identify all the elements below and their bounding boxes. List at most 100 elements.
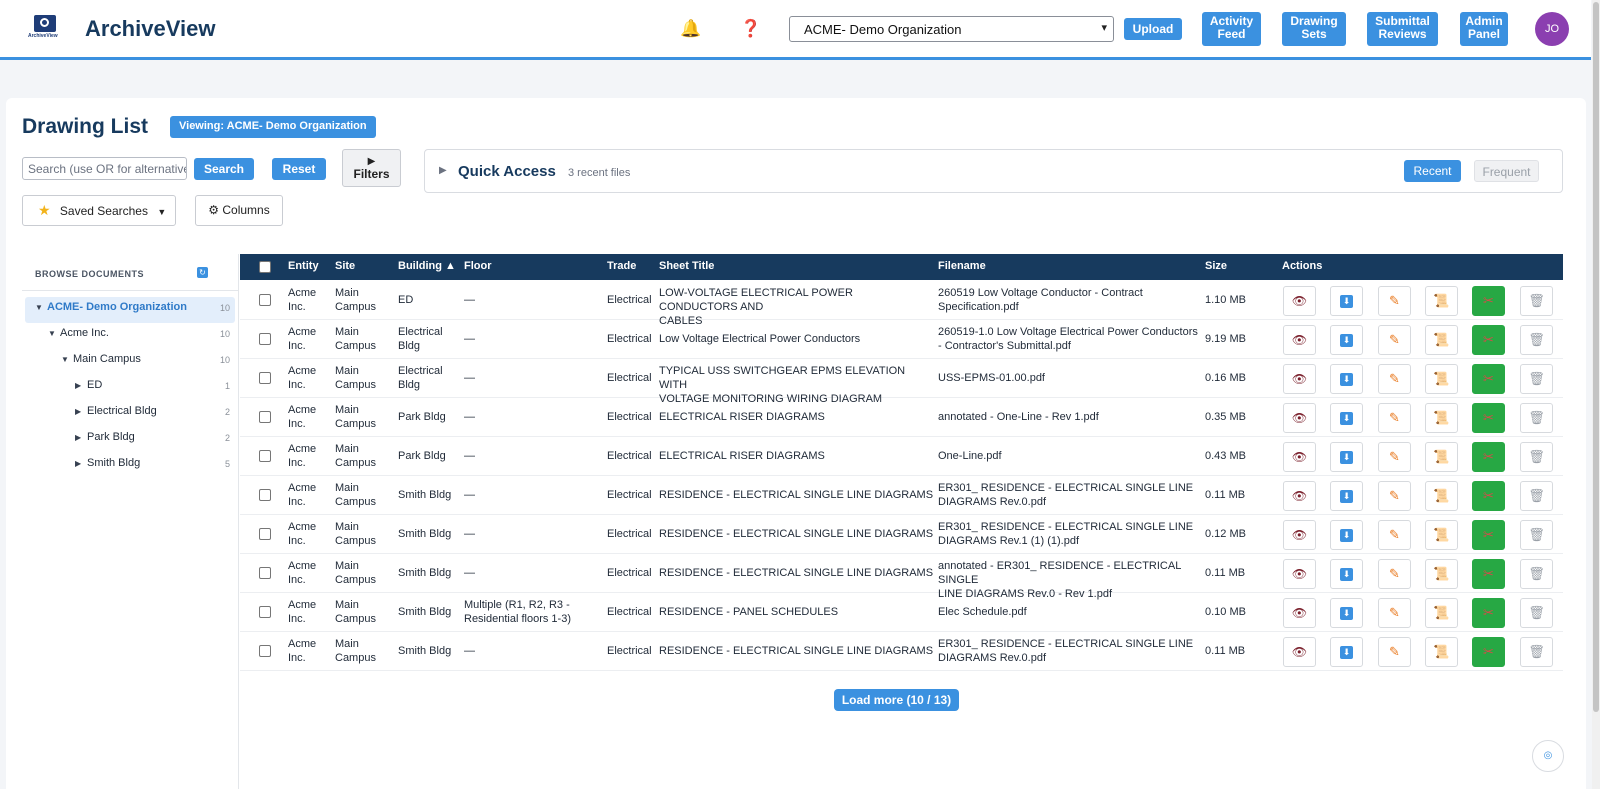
download-button[interactable]: ⬇ — [1330, 286, 1363, 316]
edit-button[interactable]: ✎ — [1378, 520, 1411, 550]
view-button[interactable]: 👁 — [1283, 403, 1316, 433]
app-logo[interactable]: ArchiveView — [28, 12, 60, 42]
expanded-arrow-icon[interactable]: ▼ — [48, 329, 60, 338]
quick-access-title[interactable]: Quick Access — [458, 163, 556, 180]
tools-button[interactable]: ✂ — [1472, 403, 1505, 433]
select-all-checkbox[interactable] — [259, 261, 271, 273]
view-button[interactable]: 👁 — [1283, 520, 1316, 550]
delete-button[interactable]: 🗑 — [1520, 403, 1553, 433]
delete-button[interactable]: 🗑 — [1520, 520, 1553, 550]
row-checkbox[interactable] — [259, 489, 271, 501]
history-button[interactable]: 📜 — [1425, 559, 1458, 589]
edit-button[interactable]: ✎ — [1378, 442, 1411, 472]
tree-node[interactable]: ▶ Electrical Bldg — [75, 405, 157, 417]
tools-button[interactable]: ✂ — [1472, 598, 1505, 628]
view-button[interactable]: 👁 — [1283, 559, 1316, 589]
table-row[interactable]: Acme Inc. Main Campus Smith Bldg — Electrical R… — [240, 476, 1563, 515]
column-floor[interactable]: Floor — [464, 260, 492, 272]
tools-button[interactable]: ✂ — [1472, 364, 1505, 394]
tools-button[interactable]: ✂ — [1472, 442, 1505, 472]
tools-button[interactable]: ✂ — [1472, 286, 1505, 316]
table-row[interactable]: Acme Inc. Main Campus Electrical Bldg — Electri… — [240, 359, 1563, 405]
view-button[interactable]: 👁 — [1283, 364, 1316, 394]
floating-help-icon[interactable]: ◎ — [1532, 740, 1564, 772]
edit-button[interactable]: ✎ — [1378, 325, 1411, 355]
column-entity[interactable]: Entity — [288, 260, 319, 272]
activity-feed-button[interactable]: Activity Feed — [1202, 12, 1261, 46]
delete-button[interactable]: 🗑 — [1520, 637, 1553, 667]
view-button[interactable]: 👁 — [1283, 286, 1316, 316]
edit-button[interactable]: ✎ — [1378, 559, 1411, 589]
admin-panel-button[interactable]: Admin Panel — [1460, 12, 1508, 46]
tree-node[interactable]: ▼ Acme Inc. — [48, 327, 109, 339]
history-button[interactable]: 📜 — [1425, 520, 1458, 550]
download-button[interactable]: ⬇ — [1330, 598, 1363, 628]
edit-button[interactable]: ✎ — [1378, 403, 1411, 433]
tree-node[interactable]: ▶ ED — [75, 379, 102, 391]
row-checkbox[interactable] — [259, 606, 271, 618]
delete-button[interactable]: 🗑 — [1520, 481, 1553, 511]
column-size[interactable]: Size — [1205, 260, 1227, 272]
collapsed-arrow-icon[interactable]: ▶ — [75, 433, 87, 442]
row-checkbox[interactable] — [259, 645, 271, 657]
history-button[interactable]: 📜 — [1425, 325, 1458, 355]
download-button[interactable]: ⬇ — [1330, 364, 1363, 394]
view-button[interactable]: 👁 — [1283, 598, 1316, 628]
edit-button[interactable]: ✎ — [1378, 286, 1411, 316]
table-row[interactable]: Acme Inc. Main Campus ED — Electrical LOW-VOLTA… — [240, 281, 1563, 327]
view-button[interactable]: 👁 — [1283, 325, 1316, 355]
download-button[interactable]: ⬇ — [1330, 520, 1363, 550]
row-checkbox[interactable] — [259, 294, 271, 306]
tree-node[interactable]: ▼ Main Campus — [61, 353, 141, 365]
tools-button[interactable]: ✂ — [1472, 325, 1505, 355]
tools-button[interactable]: ✂ — [1472, 559, 1505, 589]
collapsed-arrow-icon[interactable]: ▶ — [75, 459, 87, 468]
table-row[interactable]: Acme Inc. Main Campus Smith Bldg — Electrical R… — [240, 515, 1563, 554]
help-icon[interactable]: ❓ — [740, 20, 761, 38]
edit-button[interactable]: ✎ — [1378, 481, 1411, 511]
view-button[interactable]: 👁 — [1283, 481, 1316, 511]
download-button[interactable]: ⬇ — [1330, 325, 1363, 355]
download-button[interactable]: ⬇ — [1330, 481, 1363, 511]
row-checkbox[interactable] — [259, 372, 271, 384]
refresh-icon[interactable]: ↻ — [197, 267, 208, 278]
download-button[interactable]: ⬇ — [1330, 403, 1363, 433]
table-row[interactable]: Acme Inc. Main Campus Park Bldg — Electrical EL… — [240, 398, 1563, 437]
table-row[interactable]: Acme Inc. Main Campus Smith Bldg — Electrical R… — [240, 632, 1563, 671]
history-button[interactable]: 📜 — [1425, 364, 1458, 394]
delete-button[interactable]: 🗑 — [1520, 442, 1553, 472]
delete-button[interactable]: 🗑 — [1520, 598, 1553, 628]
table-row[interactable]: Acme Inc. Main Campus Park Bldg — Electrical EL… — [240, 437, 1563, 476]
tree-node[interactable]: ▶ Smith Bldg — [75, 457, 140, 469]
delete-button[interactable]: 🗑 — [1520, 364, 1553, 394]
expanded-arrow-icon[interactable]: ▼ — [61, 355, 73, 364]
edit-button[interactable]: ✎ — [1378, 598, 1411, 628]
search-input[interactable]: Search (use OR for alternatives) — [22, 157, 187, 180]
delete-button[interactable]: 🗑 — [1520, 559, 1553, 589]
table-row[interactable]: Acme Inc. Main Campus Smith Bldg Multiple (R1… — [240, 593, 1563, 632]
column-sheet-title[interactable]: Sheet Title — [659, 260, 714, 272]
edit-button[interactable]: ✎ — [1378, 364, 1411, 394]
tree-node[interactable]: ▼ ACME- Demo Organization — [35, 301, 187, 313]
tools-button[interactable]: ✂ — [1472, 520, 1505, 550]
load-more-button[interactable]: Load more (10 / 13) — [834, 689, 959, 711]
edit-button[interactable]: ✎ — [1378, 637, 1411, 667]
filters-button[interactable]: ▶ Filters — [342, 149, 401, 187]
column-filename[interactable]: Filename — [938, 260, 986, 272]
tools-button[interactable]: ✂ — [1472, 481, 1505, 511]
user-avatar[interactable]: JO — [1535, 12, 1569, 46]
row-checkbox[interactable] — [259, 333, 271, 345]
view-button[interactable]: 👁 — [1283, 442, 1316, 472]
row-checkbox[interactable] — [259, 450, 271, 462]
download-button[interactable]: ⬇ — [1330, 637, 1363, 667]
history-button[interactable]: 📜 — [1425, 286, 1458, 316]
submittal-reviews-button[interactable]: Submittal Reviews — [1367, 12, 1438, 46]
table-row[interactable]: Acme Inc. Main Campus Smith Bldg — Electrical R… — [240, 554, 1563, 600]
reset-button[interactable]: Reset — [272, 158, 326, 180]
download-button[interactable]: ⬇ — [1330, 559, 1363, 589]
collapsed-arrow-icon[interactable]: ▶ — [75, 407, 87, 416]
history-button[interactable]: 📜 — [1425, 481, 1458, 511]
history-button[interactable]: 📜 — [1425, 598, 1458, 628]
column-building[interactable]: Building ▲ — [398, 260, 456, 272]
saved-searches-button[interactable]: ★ Saved Searches ▼ — [22, 195, 176, 226]
